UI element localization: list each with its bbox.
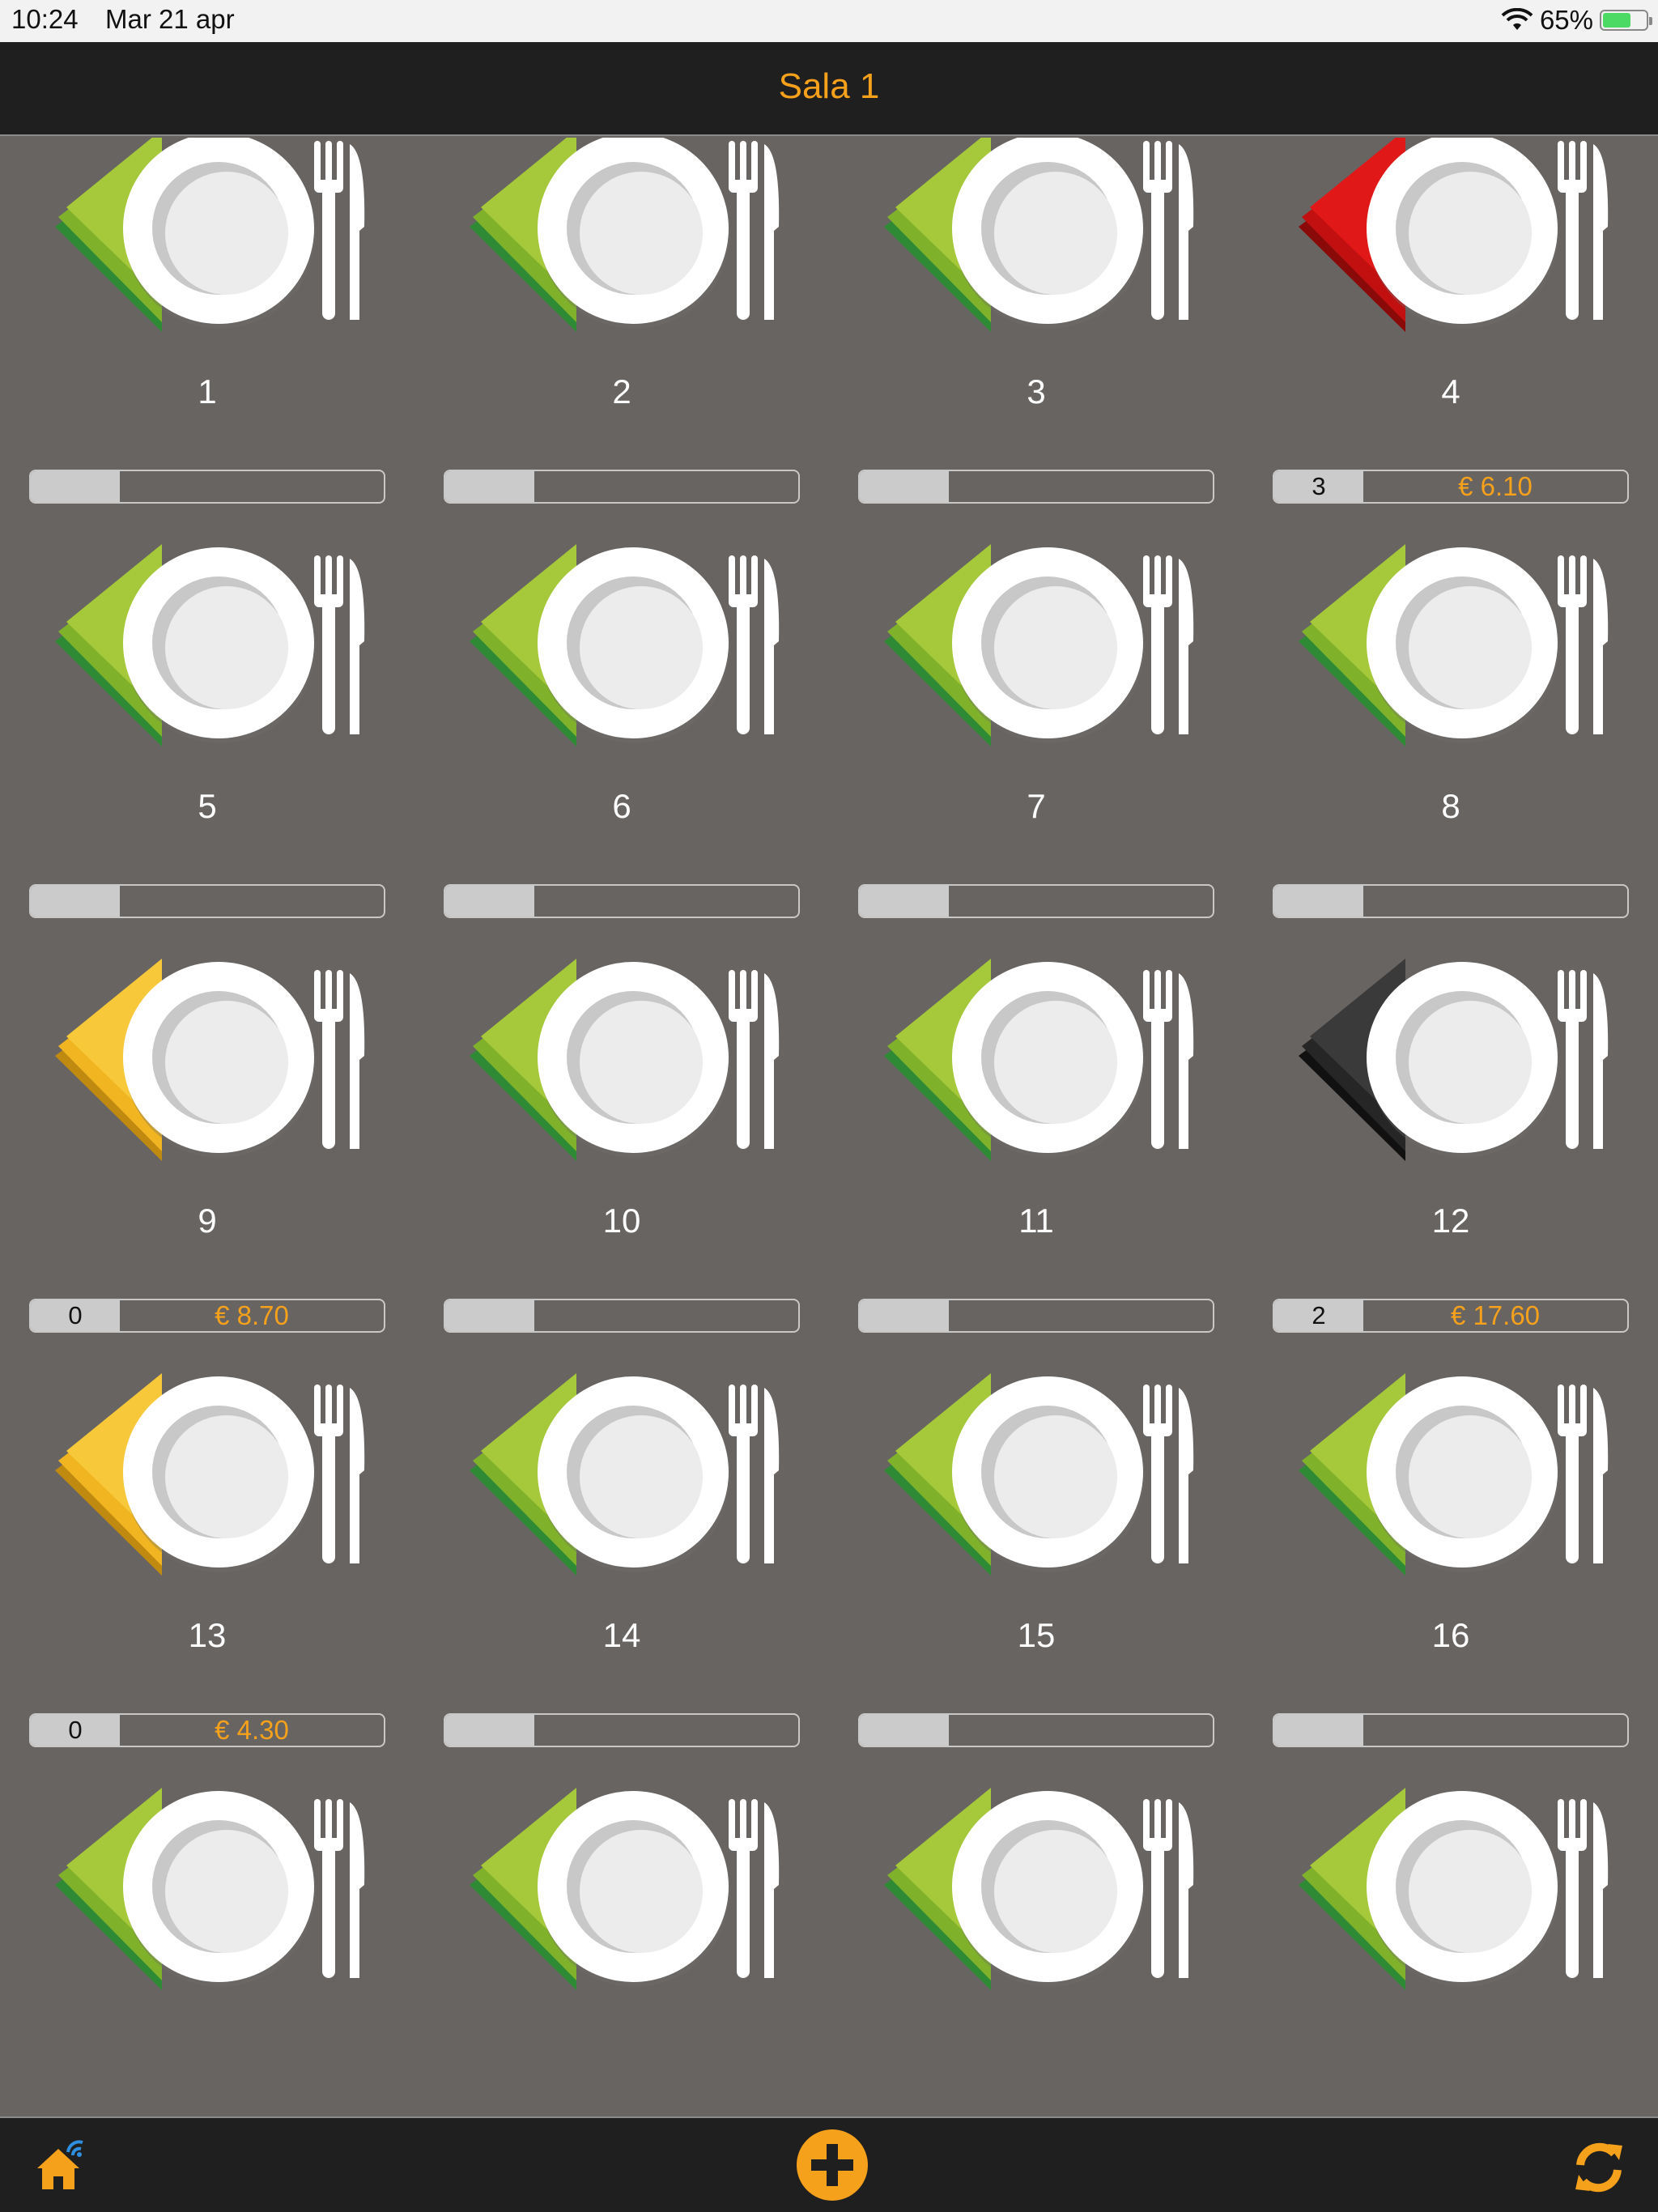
table-place-setting-icon	[49, 138, 369, 332]
table-card[interactable]	[414, 1658, 829, 2073]
table-card[interactable]	[1244, 1658, 1658, 2073]
table-place-setting-icon	[463, 1788, 784, 1990]
table-number: 3	[1027, 372, 1046, 410]
table-number: 11	[1018, 1202, 1054, 1240]
table-place-setting-icon	[878, 1373, 1198, 1576]
top-bar: Sala 1	[0, 42, 1658, 136]
table-place-setting-icon	[463, 1373, 784, 1576]
table-number: 10	[602, 1202, 641, 1240]
table-card[interactable]: 14	[414, 1244, 829, 1747]
table-number: 14	[602, 1616, 641, 1654]
table-place-setting-icon	[1292, 959, 1613, 1161]
table-card[interactable]: 8	[1244, 415, 1658, 918]
table-card[interactable]: 5	[0, 415, 414, 918]
table-card[interactable]: 15	[829, 1244, 1244, 1747]
table-number: 7	[1027, 787, 1046, 825]
status-time: 10:24	[11, 4, 79, 34]
table-number: 15	[1017, 1616, 1056, 1654]
battery-percent: 65%	[1539, 5, 1593, 35]
table-place-setting-icon	[463, 959, 784, 1161]
table-number: 6	[612, 787, 631, 825]
table-number: 5	[198, 787, 217, 825]
plus-circle-icon[interactable]	[795, 2128, 869, 2202]
table-place-setting-icon	[878, 544, 1198, 747]
table-number: 9	[198, 1202, 217, 1240]
table-place-setting-icon	[49, 959, 369, 1161]
table-place-setting-icon	[49, 1373, 369, 1576]
table-number: 13	[188, 1616, 227, 1654]
table-card[interactable]: 6	[414, 415, 829, 918]
table-card[interactable]: 13 0 € 4.30	[0, 1244, 414, 1747]
wifi-icon	[1501, 8, 1533, 30]
table-card[interactable]: 1	[0, 138, 414, 504]
table-card[interactable]: 4 3 € 6.10	[1244, 138, 1658, 504]
battery-icon	[1600, 10, 1652, 31]
status-date: Mar 21 apr	[105, 4, 235, 34]
home-wifi-icon[interactable]	[32, 2136, 97, 2194]
tables-grid: 1 2 3 4 3 € 6.10 5 6 7 8 9 0 € 8.70 10 1…	[0, 138, 1658, 2116]
status-right: 65%	[1501, 5, 1652, 36]
sync-icon[interactable]	[1571, 2139, 1627, 2196]
table-number: 16	[1431, 1616, 1470, 1654]
table-place-setting-icon	[463, 138, 784, 332]
table-place-setting-icon	[878, 138, 1198, 332]
table-place-setting-icon	[49, 1788, 369, 1990]
status-bar: 10:24 Mar 21 apr 65%	[0, 0, 1658, 42]
table-card[interactable]: 10	[414, 829, 829, 1333]
table-number: 12	[1431, 1202, 1470, 1240]
table-number: 8	[1441, 787, 1460, 825]
table-place-setting-icon	[878, 1788, 1198, 1990]
table-place-setting-icon	[1292, 1788, 1613, 1990]
table-card[interactable]: 16	[1244, 1244, 1658, 1747]
table-card[interactable]: 11	[829, 829, 1244, 1333]
table-place-setting-icon	[1292, 138, 1613, 332]
table-card[interactable]: 3	[829, 138, 1244, 504]
table-card[interactable]: 2	[414, 138, 829, 504]
table-card[interactable]	[0, 1658, 414, 2073]
table-number: 4	[1441, 372, 1460, 410]
table-number: 2	[612, 372, 631, 410]
page-title: Sala 1	[778, 66, 880, 106]
table-place-setting-icon	[1292, 544, 1613, 747]
table-place-setting-icon	[49, 544, 369, 747]
table-place-setting-icon	[878, 959, 1198, 1161]
bottom-toolbar	[0, 2116, 1658, 2212]
table-place-setting-icon	[1292, 1373, 1613, 1576]
table-place-setting-icon	[463, 544, 784, 747]
table-number: 1	[198, 372, 217, 410]
table-card[interactable]: 9 0 € 8.70	[0, 829, 414, 1333]
table-card[interactable]: 12 2 € 17.60	[1244, 829, 1658, 1333]
table-card[interactable]	[829, 1658, 1244, 2073]
table-card[interactable]: 7	[829, 415, 1244, 918]
